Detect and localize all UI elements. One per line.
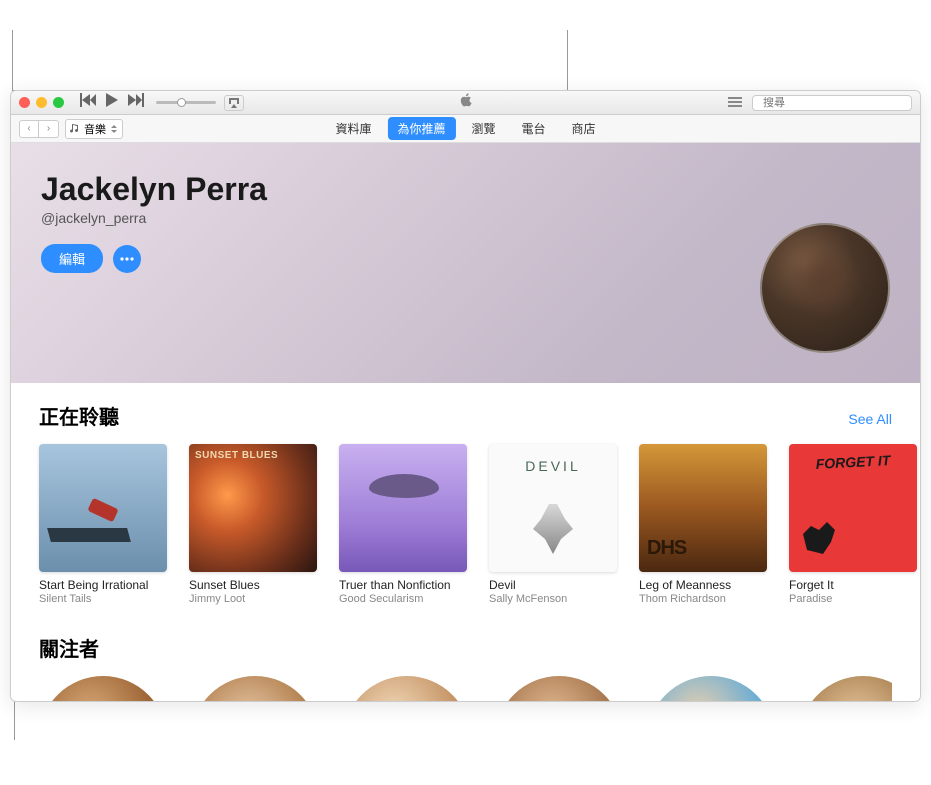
album-row: Start Being Irrational Silent Tails Suns… bbox=[39, 444, 892, 605]
airplay-button[interactable] bbox=[224, 95, 244, 111]
list-view-button[interactable] bbox=[728, 94, 742, 112]
tab-browse[interactable]: 瀏覽 bbox=[461, 117, 505, 140]
album-art bbox=[39, 444, 167, 572]
album-art bbox=[189, 444, 317, 572]
search-field[interactable] bbox=[752, 95, 912, 111]
play-button[interactable] bbox=[104, 93, 120, 112]
follower-item[interactable] bbox=[343, 676, 471, 702]
album-item[interactable]: Truer than Nonfiction Good Secularism bbox=[339, 444, 467, 605]
album-art bbox=[639, 444, 767, 572]
close-window-button[interactable] bbox=[19, 97, 30, 108]
album-item[interactable]: Forget It Paradise bbox=[789, 444, 917, 605]
listening-section: 正在聆聽 See All Start Being Irrational Sile… bbox=[11, 383, 920, 605]
media-picker-label: 音樂 bbox=[84, 121, 106, 137]
followers-section: 關注者 bbox=[11, 605, 920, 702]
volume-slider[interactable] bbox=[156, 101, 216, 104]
window-controls bbox=[19, 97, 64, 108]
apple-logo-icon bbox=[459, 93, 473, 112]
profile-name: Jackelyn Perra bbox=[41, 171, 890, 208]
album-artist: Thom Richardson bbox=[639, 593, 767, 605]
minimize-window-button[interactable] bbox=[36, 97, 47, 108]
album-item[interactable]: Sunset Blues Jimmy Loot bbox=[189, 444, 317, 605]
album-artist: Jimmy Loot bbox=[189, 593, 317, 605]
album-art bbox=[489, 444, 617, 572]
music-icon bbox=[70, 124, 80, 134]
previous-track-button[interactable] bbox=[80, 93, 96, 112]
album-art bbox=[339, 444, 467, 572]
album-item[interactable]: Devil Sally McFenson bbox=[489, 444, 617, 605]
see-all-link[interactable]: See All bbox=[848, 411, 892, 427]
nav-tabs: 資料庫 為你推薦 瀏覽 電台 商店 bbox=[325, 117, 605, 140]
album-art bbox=[789, 444, 917, 572]
follower-item[interactable] bbox=[799, 676, 892, 702]
album-title: Leg of Meanness bbox=[639, 578, 767, 592]
album-title: Start Being Irrational bbox=[39, 578, 167, 592]
follower-avatar bbox=[39, 676, 167, 702]
playback-controls bbox=[80, 93, 144, 112]
album-artist: Good Secularism bbox=[339, 593, 467, 605]
album-artist: Silent Tails bbox=[39, 593, 167, 605]
tab-library[interactable]: 資料庫 bbox=[325, 117, 381, 140]
album-title: Truer than Nonfiction bbox=[339, 578, 467, 592]
tab-for-you[interactable]: 為你推薦 bbox=[387, 117, 455, 140]
album-artist: Paradise bbox=[789, 593, 917, 605]
follower-item[interactable] bbox=[647, 676, 775, 702]
album-artist: Sally McFenson bbox=[489, 593, 617, 605]
more-options-button[interactable] bbox=[113, 245, 141, 273]
follower-item[interactable] bbox=[39, 676, 167, 702]
follower-avatar bbox=[191, 676, 319, 702]
zoom-window-button[interactable] bbox=[53, 97, 64, 108]
next-track-button[interactable] bbox=[128, 93, 144, 112]
itunes-window: ‹ › 音樂 資料庫 為你推薦 瀏覽 電台 商店 Jackelyn Perra … bbox=[10, 90, 921, 702]
profile-handle: @jackelyn_perra bbox=[41, 210, 890, 226]
chevron-updown-icon bbox=[110, 125, 118, 133]
tab-store[interactable]: 商店 bbox=[562, 117, 606, 140]
titlebar bbox=[11, 91, 920, 115]
album-title: Forget It bbox=[789, 578, 917, 592]
forward-button[interactable]: › bbox=[39, 120, 59, 138]
followers-row bbox=[39, 676, 892, 702]
follower-avatar bbox=[647, 676, 775, 702]
followers-title: 關注者 bbox=[39, 633, 99, 662]
follower-item[interactable] bbox=[495, 676, 623, 702]
album-item[interactable]: Start Being Irrational Silent Tails bbox=[39, 444, 167, 605]
tab-radio[interactable]: 電台 bbox=[512, 117, 556, 140]
media-picker[interactable]: 音樂 bbox=[65, 119, 123, 139]
edit-profile-button[interactable]: 編輯 bbox=[41, 244, 103, 273]
search-input[interactable] bbox=[763, 97, 905, 109]
album-title: Devil bbox=[489, 578, 617, 592]
ellipsis-icon bbox=[120, 257, 134, 261]
follower-avatar bbox=[343, 676, 471, 702]
follower-avatar bbox=[799, 676, 892, 702]
nav-row: ‹ › 音樂 資料庫 為你推薦 瀏覽 電台 商店 bbox=[11, 115, 920, 143]
album-title: Sunset Blues bbox=[189, 578, 317, 592]
back-button[interactable]: ‹ bbox=[19, 120, 39, 138]
profile-header: Jackelyn Perra @jackelyn_perra 編輯 bbox=[11, 143, 920, 383]
profile-avatar[interactable] bbox=[760, 223, 890, 353]
follower-item[interactable] bbox=[191, 676, 319, 702]
listening-title: 正在聆聽 bbox=[39, 401, 119, 430]
follower-avatar bbox=[495, 676, 623, 702]
album-item[interactable]: Leg of Meanness Thom Richardson bbox=[639, 444, 767, 605]
